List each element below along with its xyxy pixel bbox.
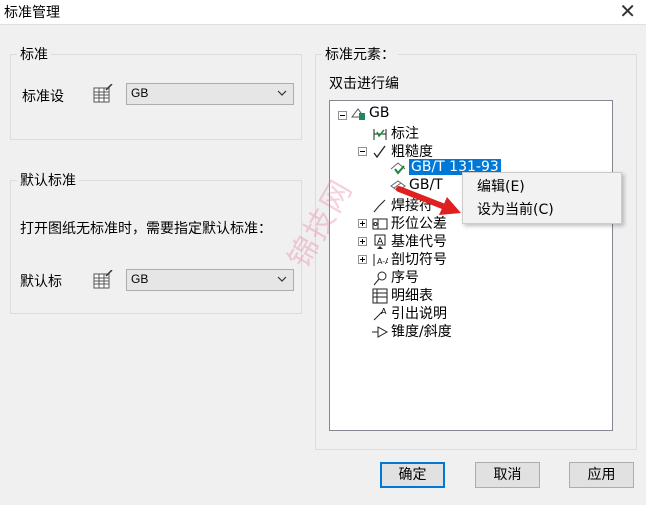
elements-group-legend: 标准元素： — [322, 44, 398, 64]
tree-item-dimension[interactable]: 标注 — [372, 123, 419, 143]
close-icon[interactable]: ✕ — [619, 0, 636, 22]
weld-icon — [373, 199, 386, 213]
expand-toggle[interactable] — [358, 219, 367, 228]
tree-item-taper[interactable]: 锥度/斜度 — [372, 321, 452, 341]
tree-item-bom[interactable]: 明细表 — [372, 285, 433, 305]
table-edit-icon[interactable] — [93, 84, 113, 104]
standard-group-legend: 标准 — [17, 44, 51, 64]
dimension-icon — [373, 129, 387, 140]
svg-text:A: A — [381, 307, 387, 316]
default-label: 默认标 — [20, 274, 62, 290]
roughness-icon — [373, 145, 386, 159]
default-standard-group — [10, 180, 302, 314]
collapse-toggle[interactable] — [338, 111, 347, 120]
tree-item-leader-note[interactable]: A 引出说明 — [372, 303, 447, 323]
ok-button[interactable]: 确定 — [380, 462, 445, 488]
arrow-annotation-icon — [396, 186, 461, 215]
svg-text:A: A — [377, 237, 384, 247]
default-select-value: GB — [131, 272, 149, 286]
tree-root[interactable]: GB — [350, 105, 389, 121]
standard-root-icon — [351, 108, 365, 120]
table-edit-icon[interactable] — [93, 270, 113, 290]
cancel-button[interactable]: 取消 — [475, 462, 540, 488]
tree-item-number[interactable]: 序号 — [372, 267, 419, 287]
datum-icon: A — [374, 234, 386, 249]
default-standard-select[interactable]: GB — [126, 269, 294, 291]
title-bar: 标准管理 ✕ — [0, 0, 646, 25]
context-menu: 编辑(E) 设为当前(C) — [462, 172, 622, 224]
collapse-toggle[interactable] — [358, 147, 367, 156]
chevron-down-icon — [277, 90, 287, 96]
section-icon: A-A — [373, 254, 388, 266]
svg-text:A-A: A-A — [377, 257, 388, 266]
expand-toggle[interactable] — [358, 237, 367, 246]
menu-item-edit[interactable]: 编辑(E) — [477, 176, 525, 196]
tree-item-datum[interactable]: A 基准代号 — [372, 231, 447, 251]
tree-item-section[interactable]: A-A 剖切符号 — [372, 249, 447, 269]
leader-icon: A — [373, 307, 387, 321]
standard-elements-tree[interactable]: GB 标注 粗糙度 GB/T 131-93 GB/T 焊接符 形位公差 A 基准代… — [329, 100, 613, 431]
tree-item-roughness[interactable]: 粗糙度 — [372, 141, 433, 161]
standard-current-icon — [390, 162, 406, 175]
chevron-down-icon — [277, 276, 287, 282]
standard-select[interactable]: GB — [126, 83, 294, 105]
standard-select-value: GB — [131, 86, 149, 100]
tolerance-icon — [372, 218, 388, 230]
bom-table-icon — [372, 288, 388, 304]
default-message: 打开图纸无标准时，需要指定默认标准： — [20, 221, 272, 237]
balloon-icon — [373, 271, 387, 286]
taper-icon — [372, 326, 388, 338]
elements-hint: 双击进行编 — [329, 76, 399, 92]
standard-label: 标准设 — [22, 89, 64, 105]
menu-item-set-current[interactable]: 设为当前(C) — [477, 199, 554, 219]
window-title: 标准管理 — [4, 5, 60, 21]
expand-toggle[interactable] — [358, 255, 367, 264]
default-group-legend: 默认标准 — [17, 170, 79, 190]
apply-button[interactable]: 应用 — [569, 462, 634, 488]
